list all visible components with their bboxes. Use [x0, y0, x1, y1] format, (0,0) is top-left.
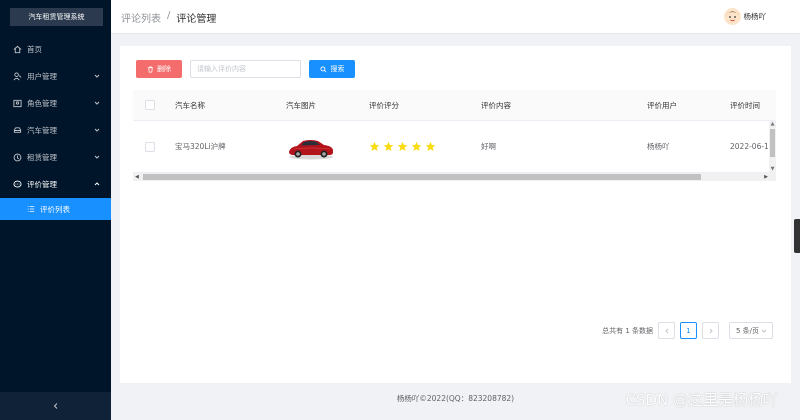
sidebar-item-label: 角色管理 [27, 99, 57, 108]
page-size-select[interactable]: 5 条/页 [729, 322, 773, 339]
scroll-up-icon[interactable]: ▲ [770, 122, 775, 127]
side-drawer-tab[interactable] [794, 219, 800, 253]
column-header-user[interactable]: 评价用户 [647, 90, 677, 120]
star-icon[interactable] [397, 141, 408, 152]
avatar [723, 8, 741, 25]
table-header: 汽车名称 汽车图片 评价评分 评价内容 评价用户 评价时间 [133, 90, 776, 121]
rating-stars [369, 141, 436, 152]
content-card: 删除 搜索 汽车名称 汽车图片 评价评分 评价内容 评价用户 评价时间 宝马32… [120, 46, 791, 383]
time-cell: 2022-06-1 [730, 142, 769, 151]
pagination-total: 总共有 1 条数据 [602, 326, 653, 335]
car-icon [12, 126, 22, 136]
username: 杨杨吖 [743, 12, 767, 21]
chevron-right-icon [709, 328, 713, 333]
breadcrumb-item[interactable]: 评论列表 [121, 10, 161, 25]
car-image [286, 121, 336, 172]
column-header-rating[interactable]: 评价评分 [369, 90, 399, 120]
sidebar-item-label: 租赁管理 [27, 153, 57, 162]
sidebar-item-cars[interactable]: 汽车管理 [0, 117, 111, 144]
page-number[interactable]: 1 [680, 322, 697, 339]
delete-button[interactable]: 删除 [136, 60, 182, 78]
page-size-value: 5 条/页 [736, 326, 760, 335]
chevron-down-icon [94, 74, 100, 78]
pagination: 总共有 1 条数据 1 5 条/页 [602, 322, 773, 339]
scrollbar-thumb[interactable] [770, 129, 775, 157]
role-icon [12, 99, 22, 109]
sidebar: 汽车租赁管理系统 首页 用户管理 角色管理 汽车管理 租赁管理 评价管理 评价列… [0, 0, 111, 420]
sidebar-subitem-review-list[interactable]: 评价列表 [0, 198, 111, 220]
sidebar-item-label: 评价管理 [27, 180, 57, 189]
trash-icon [147, 65, 154, 73]
chevron-up-icon [94, 182, 100, 186]
breadcrumb-separator: / [167, 10, 171, 21]
table-row[interactable]: 宝马320Li沪牌 好啊 杨杨吖 2022-06-1 [133, 121, 769, 173]
sidebar-item-roles[interactable]: 角色管理 [0, 90, 111, 117]
rating-cell [369, 121, 436, 172]
scroll-down-icon[interactable]: ▼ [770, 167, 775, 172]
comment-icon [12, 180, 22, 190]
vertical-scrollbar[interactable]: ▲ ▼ [769, 121, 776, 173]
chevron-left-icon [53, 403, 57, 409]
toolbar: 删除 搜索 [136, 60, 355, 78]
chevron-down-icon [761, 329, 767, 333]
chevron-down-icon [94, 155, 100, 159]
breadcrumb-item-current: 评论管理 [176, 14, 217, 25]
home-icon [12, 45, 22, 55]
sidebar-item-label: 用户管理 [27, 72, 57, 81]
content-cell: 好啊 [481, 142, 496, 151]
car-name-cell: 宝马320Li沪牌 [175, 142, 226, 151]
column-header-car-image[interactable]: 汽车图片 [286, 90, 316, 120]
column-header-car-name[interactable]: 汽车名称 [175, 90, 205, 120]
scroll-left-icon[interactable]: ◀ [135, 173, 139, 181]
select-all-checkbox[interactable] [145, 100, 155, 110]
app-logo: 汽车租赁管理系统 [10, 8, 103, 26]
chevron-down-icon [94, 128, 100, 132]
star-icon[interactable] [383, 141, 394, 152]
sidebar-item-home[interactable]: 首页 [0, 36, 111, 63]
star-icon[interactable] [411, 141, 422, 152]
sidebar-menu: 首页 用户管理 角色管理 汽车管理 租赁管理 评价管理 评价列表 [0, 36, 111, 220]
chevron-left-icon [664, 328, 668, 333]
column-header-content[interactable]: 评价内容 [481, 90, 511, 120]
sidebar-item-label: 汽车管理 [27, 126, 57, 135]
sidebar-item-users[interactable]: 用户管理 [0, 63, 111, 90]
delete-button-label: 删除 [157, 65, 171, 73]
sidebar-item-reviews[interactable]: 评价管理 [0, 171, 111, 198]
user-cell: 杨杨吖 [647, 142, 670, 151]
search-icon [319, 65, 326, 72]
scroll-right-icon[interactable]: ▶ [764, 173, 768, 181]
search-input[interactable] [190, 60, 301, 78]
list-icon [26, 204, 36, 214]
sidebar-item-rentals[interactable]: 租赁管理 [0, 144, 111, 171]
watermark: CSDN @这里是杨杨吖 [625, 391, 778, 409]
next-page-button[interactable] [702, 322, 719, 339]
scrollbar-thumb[interactable] [143, 174, 701, 180]
top-header: 评论列表 / 评论管理 杨杨吖 [111, 0, 800, 34]
prev-page-button[interactable] [658, 322, 675, 339]
star-icon[interactable] [369, 141, 380, 152]
search-button[interactable]: 搜索 [309, 60, 355, 78]
breadcrumb: 评论列表 / 评论管理 [121, 10, 216, 25]
column-header-time[interactable]: 评价时间 [730, 90, 760, 120]
search-button-label: 搜索 [330, 65, 345, 73]
rent-icon [12, 153, 22, 163]
sidebar-subitem-label: 评价列表 [40, 204, 70, 214]
star-icon[interactable] [425, 141, 436, 152]
sidebar-collapse-button[interactable] [0, 392, 111, 420]
review-table: 汽车名称 汽车图片 评价评分 评价内容 评价用户 评价时间 宝马320Li沪牌 [133, 90, 776, 182]
chevron-down-icon [94, 101, 100, 105]
user-menu[interactable]: 杨杨吖 [723, 8, 767, 25]
sidebar-item-label: 首页 [27, 45, 42, 54]
horizontal-scrollbar[interactable]: ◀ ▶ [133, 173, 776, 181]
row-checkbox[interactable] [145, 141, 155, 152]
user-icon [12, 72, 22, 82]
